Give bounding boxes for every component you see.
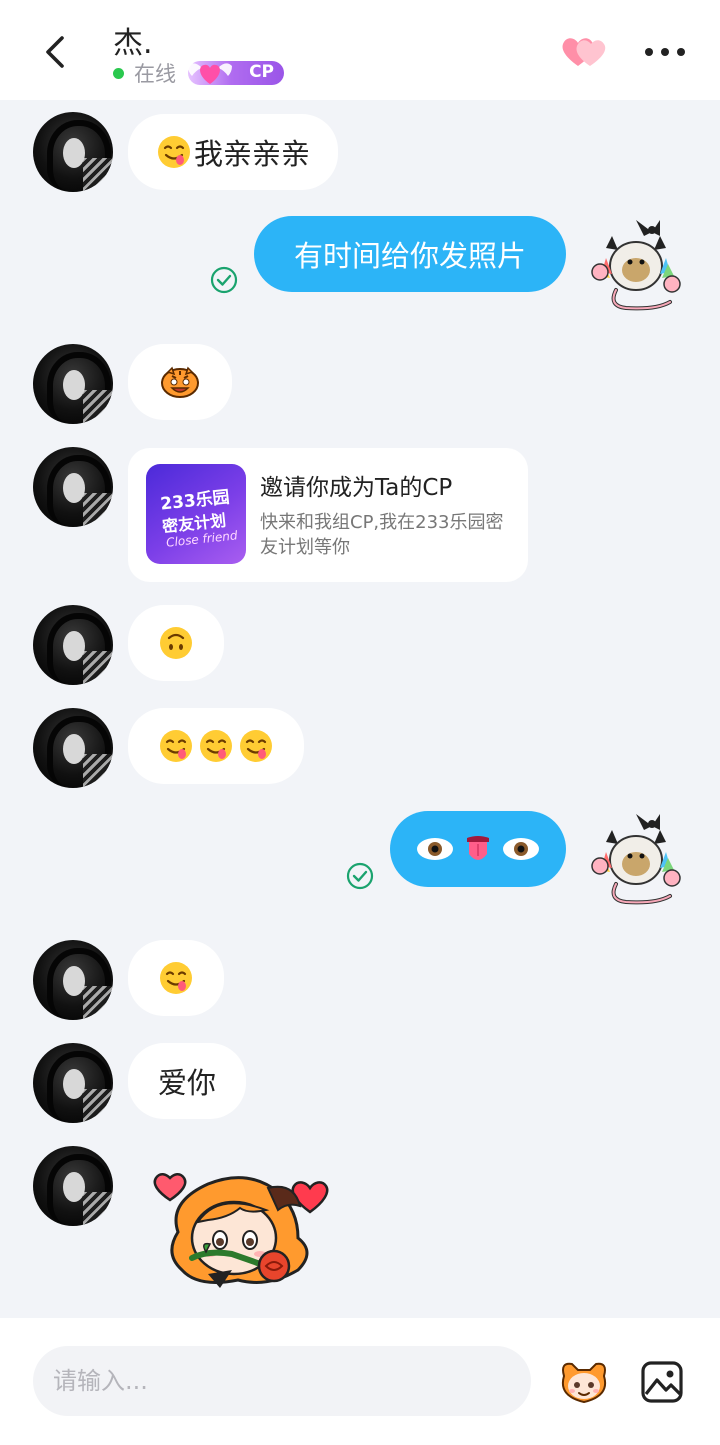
cp-hearts-icon[interactable]: [558, 32, 610, 72]
message-bubble[interactable]: 爱你: [128, 1043, 247, 1119]
status-row: 在线 CP: [113, 60, 284, 86]
message-input[interactable]: [33, 1346, 531, 1416]
online-dot-icon: [113, 67, 124, 79]
message-bubble[interactable]: [128, 940, 224, 1016]
contact-avatar[interactable]: [33, 1043, 113, 1123]
chat-header: 杰. 在线 CP: [0, 0, 720, 100]
read-check-icon: [346, 862, 374, 890]
message-bubble[interactable]: [128, 344, 232, 420]
face-savoring-food-emoji-icon: [240, 730, 272, 762]
contact-avatar[interactable]: [33, 344, 113, 424]
emoji-sticker-icon[interactable]: [556, 1356, 612, 1408]
eye-icon: [503, 838, 539, 860]
contact-avatar[interactable]: [33, 708, 113, 788]
tiger-face-icon: [161, 366, 199, 398]
girl-with-rose-sticker-icon[interactable]: [148, 1162, 332, 1292]
face-savoring-food-emoji-icon: [160, 962, 192, 994]
online-status: 在线: [134, 62, 176, 86]
message-bubble-sent[interactable]: 有时间给你发照片: [254, 216, 566, 292]
contact-avatar[interactable]: [33, 112, 113, 192]
invite-card-title: 邀请你成为Ta的CP: [260, 475, 453, 501]
read-check-icon: [210, 266, 238, 294]
my-avatar-cat-icon[interactable]: [586, 808, 682, 912]
face-savoring-food-emoji-icon: [200, 730, 232, 762]
message-bubble[interactable]: 我亲亲亲: [128, 114, 339, 190]
face-savoring-food-emoji-icon: [160, 730, 192, 762]
message-bubble[interactable]: [128, 605, 224, 681]
cp-badge[interactable]: CP: [188, 61, 284, 85]
cp-invite-card[interactable]: 233乐园 密友计划 Close friend 邀请你成为Ta的CP 快来和我组…: [128, 448, 528, 582]
back-arrow-icon[interactable]: [36, 30, 76, 74]
face-savoring-food-emoji-icon: [158, 136, 190, 168]
more-options-icon[interactable]: [640, 40, 690, 64]
contact-avatar[interactable]: [33, 605, 113, 685]
contact-name[interactable]: 杰.: [113, 18, 153, 62]
invite-card-description: 快来和我组CP,我在233乐园密友计划等你: [260, 512, 504, 558]
message-text: 我亲亲亲: [194, 137, 311, 171]
cp-label: CP: [249, 62, 274, 82]
message-text: 有时间给你发照片: [293, 239, 526, 273]
message-bubble-sent[interactable]: [390, 811, 566, 887]
eye-icon: [417, 838, 453, 860]
message-input-bar: [0, 1318, 720, 1445]
contact-avatar[interactable]: [33, 447, 113, 527]
winged-heart-icon: [188, 63, 232, 84]
contact-avatar[interactable]: [33, 940, 113, 1020]
message-bubble[interactable]: [128, 708, 304, 784]
upside-down-face-icon: [160, 627, 192, 659]
contact-avatar[interactable]: [33, 1146, 113, 1226]
my-avatar-cat-icon[interactable]: [586, 214, 682, 318]
message-text: 爱你: [158, 1066, 217, 1100]
image-picker-icon[interactable]: [640, 1360, 684, 1404]
tongue-icon: [467, 836, 489, 860]
invite-card-thumbnail: 233乐园 密友计划 Close friend: [146, 464, 246, 564]
